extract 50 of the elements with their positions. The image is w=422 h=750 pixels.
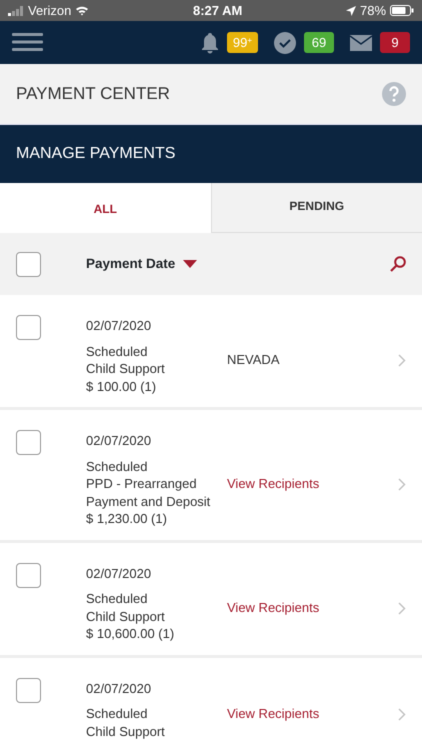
payment-type: Child Support — [86, 722, 166, 740]
sort-button[interactable]: Payment Date — [86, 254, 198, 274]
row-checkbox[interactable] — [16, 315, 41, 340]
search-icon — [390, 256, 406, 272]
count-badge: 69 — [304, 32, 334, 54]
signal-icon — [8, 6, 24, 16]
payment-status: Scheduled — [86, 458, 148, 475]
payment-status: Scheduled — [86, 590, 148, 608]
payment-amount: $ 1,230.00 (1) — [86, 510, 168, 528]
payment-type: PPD - Prearranged Payment and Deposit — [86, 475, 212, 510]
select-all-checkbox[interactable] — [16, 252, 41, 276]
battery-percent: 78% — [360, 2, 386, 20]
payment-type: Child Support — [86, 608, 166, 625]
payment-date: 02/07/2020 — [86, 564, 152, 582]
payment-status: Scheduled — [86, 705, 148, 722]
menu-icon — [12, 33, 43, 52]
caret-icon — [183, 260, 198, 268]
tab[interactable]: PENDING — [210, 183, 422, 233]
view-recipients-link[interactable]: View Recipients — [227, 705, 320, 722]
carrier-name: Verizon — [28, 2, 72, 20]
payment-date: 02/07/2020 — [86, 432, 152, 450]
count-badge: 9 — [380, 32, 410, 54]
battery-icon — [390, 5, 414, 16]
bell-icon[interactable] — [200, 32, 219, 54]
row-checkbox[interactable] — [16, 678, 41, 702]
payment-date: 02/07/2020 — [86, 680, 152, 697]
view-recipients-link[interactable]: View Recipients — [227, 475, 320, 492]
payment-status: Scheduled — [86, 342, 148, 360]
payment-date: 02/07/2020 — [86, 317, 152, 334]
help-button[interactable] — [382, 82, 406, 106]
row-checkbox[interactable] — [16, 430, 41, 455]
chevron-icon[interactable] — [398, 478, 406, 492]
status-time: 8:27 AM — [192, 2, 244, 20]
count-badge: 99$^{+}$ — [226, 32, 258, 54]
payment-amount: $ 100.00 (1) — [86, 378, 158, 395]
view-recipients-link[interactable]: View Recipients — [227, 598, 320, 616]
location-icon — [346, 6, 356, 16]
chevron-icon[interactable] — [398, 708, 406, 722]
chevron-icon[interactable] — [398, 602, 406, 615]
help-icon — [382, 82, 406, 106]
row-checkbox[interactable] — [16, 562, 41, 588]
payment-type: Child Support — [86, 360, 166, 378]
wifi-icon — [75, 5, 90, 16]
section-title: MANAGE PAYMENTS — [16, 144, 176, 164]
recipient-name: NEVADA — [227, 351, 280, 369]
chevron-icon[interactable] — [398, 354, 406, 368]
page-title: PAYMENT CENTER — [16, 83, 171, 106]
mail-icon[interactable] — [350, 34, 372, 50]
payment-amount: $ 10,600.00 (1) — [86, 625, 176, 642]
check-circle-icon[interactable] — [274, 32, 296, 54]
